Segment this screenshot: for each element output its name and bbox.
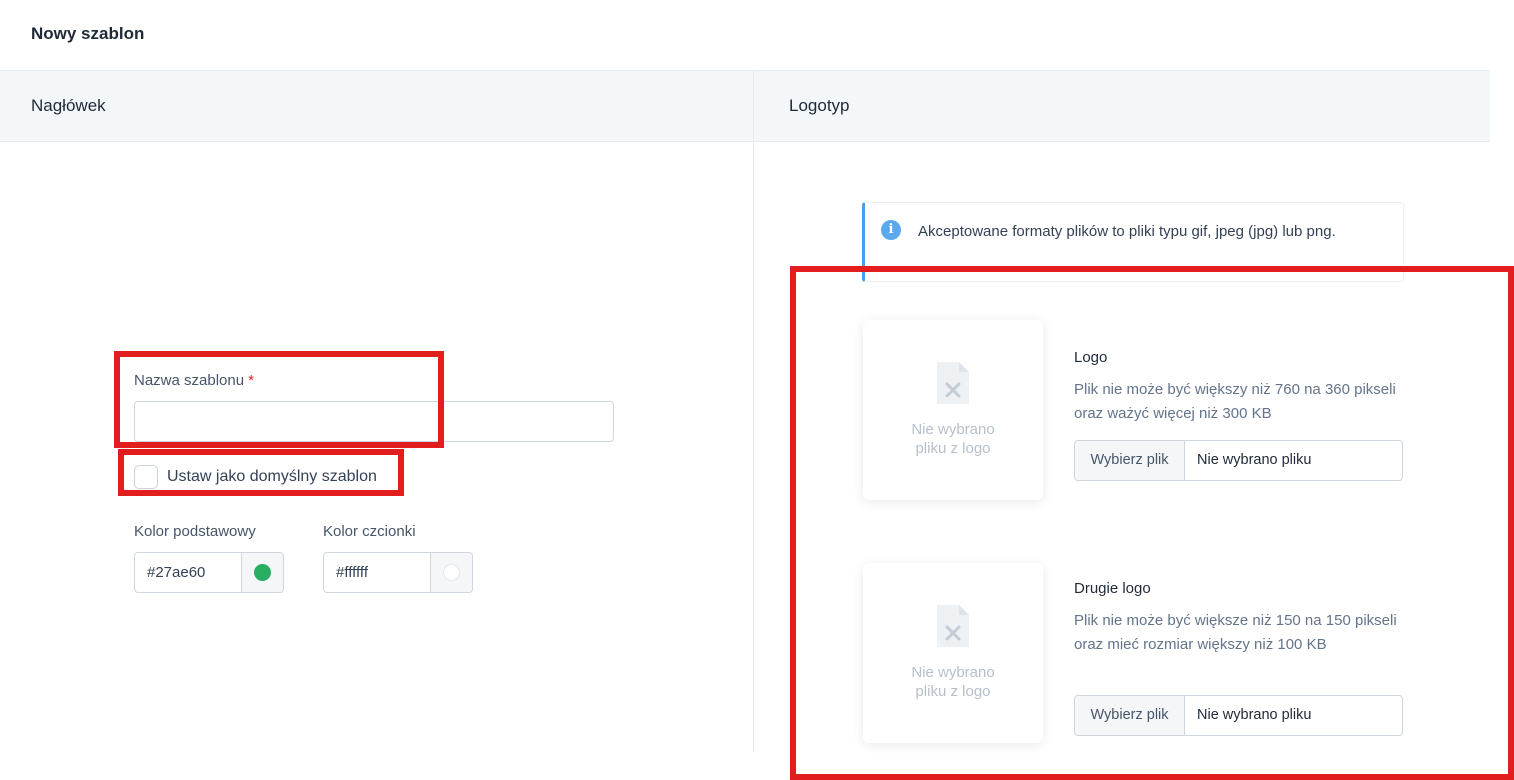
- font-color-field[interactable]: #ffffff: [323, 552, 473, 593]
- template-name-input[interactable]: [134, 401, 614, 442]
- logo-preview-card: Nie wybrano pliku z logo: [863, 320, 1043, 500]
- second-logo-title: Drugie logo: [1074, 580, 1151, 597]
- template-name-label: Nazwa szablonu *: [134, 372, 254, 389]
- logo-description: Plik nie może być większy niż 760 na 360…: [1074, 381, 1396, 422]
- logo-choose-file-button[interactable]: Wybierz plik: [1075, 441, 1185, 480]
- second-logo-description: Plik nie może być większe niż 150 na 150…: [1074, 612, 1397, 653]
- second-logo-file-status: Nie wybrano pliku: [1197, 707, 1312, 723]
- info-icon: i: [881, 220, 901, 240]
- second-logo-file-input[interactable]: Wybierz plik Nie wybrano pliku: [1074, 695, 1403, 736]
- font-color-picker[interactable]: [430, 553, 472, 592]
- logo-file-input[interactable]: Wybierz plik Nie wybrano pliku: [1074, 440, 1403, 481]
- primary-color-field[interactable]: #27ae60: [134, 552, 284, 593]
- logo-file-status: Nie wybrano pliku: [1197, 452, 1312, 468]
- logo-placeholder-line1: Nie wybrano: [911, 421, 995, 438]
- file-x-icon: [937, 605, 969, 647]
- template-name-label-text: Nazwa szablonu: [134, 372, 245, 389]
- section-title-header: Nagłówek: [31, 96, 106, 115]
- second-logo-placeholder-line1: Nie wybrano: [911, 664, 995, 681]
- file-x-icon: [937, 362, 969, 404]
- required-mark: *: [248, 372, 255, 389]
- second-logo-preview-card: Nie wybrano pliku z logo: [863, 563, 1043, 743]
- second-logo-choose-file-button[interactable]: Wybierz plik: [1075, 696, 1185, 735]
- info-text: Akceptowane formaty plików to pliki typu…: [918, 223, 1336, 240]
- second-logo-placeholder-text: Nie wybrano pliku z logo: [863, 663, 1043, 701]
- column-divider: [753, 70, 754, 752]
- logo-placeholder-text: Nie wybrano pliku z logo: [863, 420, 1043, 458]
- font-color-value[interactable]: #ffffff: [324, 553, 430, 592]
- default-template-label[interactable]: Ustaw jako domyślny szablon: [167, 468, 377, 486]
- info-box: i Akceptowane formaty plików to pliki ty…: [862, 202, 1404, 282]
- page-title: Nowy szablon: [31, 24, 145, 43]
- font-color-label: Kolor czcionki: [323, 523, 416, 540]
- section-title-logotype: Logotyp: [789, 96, 850, 115]
- primary-color-picker[interactable]: [241, 553, 283, 592]
- default-template-checkbox[interactable]: [134, 465, 158, 489]
- logo-title: Logo: [1074, 349, 1108, 366]
- logo-placeholder-line2: pliku z logo: [915, 440, 991, 457]
- primary-color-swatch: [254, 564, 271, 581]
- second-logo-placeholder-line2: pliku z logo: [915, 683, 991, 700]
- sections-header: Nagłówek Logotyp: [0, 70, 1490, 142]
- font-color-swatch: [443, 564, 460, 581]
- primary-color-label: Kolor podstawowy: [134, 523, 256, 540]
- primary-color-value[interactable]: #27ae60: [135, 553, 241, 592]
